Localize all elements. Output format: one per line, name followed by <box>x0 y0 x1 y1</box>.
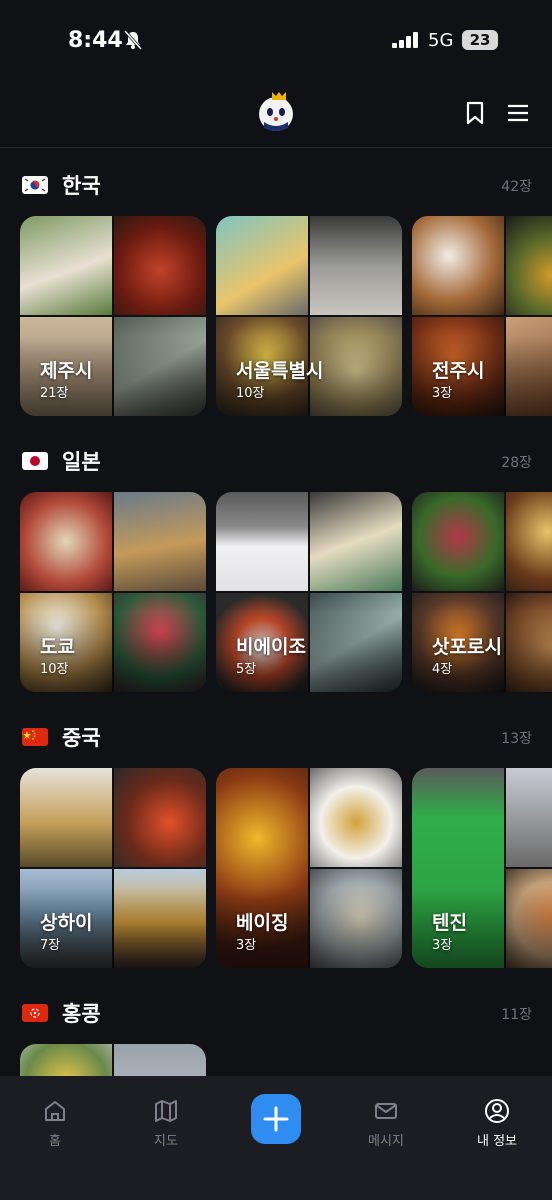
add-button[interactable] <box>251 1094 301 1144</box>
network-type: 5G <box>428 30 454 51</box>
section-title: 홍콩 <box>62 1002 101 1026</box>
tab-label: 홈 <box>49 1134 61 1149</box>
album-card-jeonju[interactable]: 전주시 3장 <box>412 216 552 416</box>
photo-figures <box>216 216 308 315</box>
album-card-beijing[interactable]: 베이징 3장 <box>216 768 402 968</box>
section-count: 13장 <box>501 731 532 747</box>
photo-meat-platter <box>20 492 112 591</box>
photo-snow <box>216 492 308 591</box>
photo-table <box>412 216 504 315</box>
tab-label: 내 정보 <box>476 1134 517 1149</box>
album-title: 제주시 <box>40 360 93 382</box>
album-card-tianjin[interactable]: 텐진 3장 <box>412 768 552 968</box>
photo-milk <box>310 492 402 591</box>
flag-hongkong-icon <box>22 1004 48 1022</box>
section-title: 일본 <box>62 450 101 474</box>
album-title: 텐진 <box>432 912 467 934</box>
tab-label: 지도 <box>154 1134 178 1149</box>
tab-label: 메시지 <box>368 1134 404 1149</box>
silent-bell-icon <box>124 30 142 50</box>
photo-noodle-bowl <box>310 768 402 867</box>
album-card-jeju[interactable]: 제주시 21장 <box>20 216 206 416</box>
user-circle-icon <box>485 1099 509 1123</box>
photo-sheep <box>20 216 112 315</box>
album-count: 3장 <box>236 938 257 953</box>
photo-hk-harbor <box>114 1044 206 1080</box>
status-bar: 8:44 5G 23 <box>0 0 552 80</box>
album-card-shanghai[interactable]: 상하이 7장 <box>20 768 206 968</box>
photo-lamb <box>412 492 504 591</box>
album-card-biei[interactable]: 비에이조 5장 <box>216 492 402 692</box>
tab-home[interactable]: 홈 <box>15 1098 95 1154</box>
album-title: 상하이 <box>40 912 93 934</box>
mail-icon <box>375 1103 397 1119</box>
album-title: 삿포로시 <box>432 636 502 658</box>
section-header: 중국 13장 <box>22 724 532 754</box>
album-count: 10장 <box>40 662 69 677</box>
album-title: 전주시 <box>432 360 485 382</box>
status-time: 8:44 <box>68 28 123 53</box>
album-row <box>20 1044 552 1080</box>
menu-icon[interactable] <box>505 100 531 126</box>
home-icon <box>45 1101 65 1121</box>
bookmark-icon[interactable] <box>462 100 488 126</box>
photo-street <box>506 768 552 867</box>
album-row: 도쿄 10장 비에이조 5장 삿포로시 4장 <box>20 492 552 694</box>
tab-map[interactable]: 지도 <box>126 1098 206 1154</box>
album-count: 3장 <box>432 938 453 953</box>
section-count: 42장 <box>501 179 532 195</box>
bottom-tab-bar: 홈 지도 메시지 내 정보 <box>0 1076 552 1200</box>
photo-hk-food <box>20 1044 112 1080</box>
album-count: 21장 <box>40 386 69 401</box>
photo-bakery <box>20 768 112 867</box>
album-card-seoul[interactable]: 서울특별시 10장 <box>216 216 402 416</box>
section-header: 홍콩 11장 <box>22 1000 532 1030</box>
tab-messages[interactable]: 메시지 <box>346 1098 426 1154</box>
album-title: 도쿄 <box>40 636 75 658</box>
album-card-tokyo[interactable]: 도쿄 10장 <box>20 492 206 692</box>
photo-bibimbap <box>506 216 552 315</box>
photo-hotpot <box>114 768 206 867</box>
flag-china-icon <box>22 728 48 746</box>
photo-food <box>114 216 206 315</box>
flag-japan-icon <box>22 452 48 470</box>
plus-icon <box>263 1106 289 1132</box>
album-count: 4장 <box>432 662 453 677</box>
app-header <box>0 80 552 148</box>
album-row: 제주시 21장 서울특별시 10장 전주시 3장 <box>20 216 552 418</box>
map-icon <box>155 1100 177 1122</box>
photo-dessert <box>114 492 206 591</box>
section-count: 28장 <box>501 455 532 471</box>
section-header: 일본 28장 <box>22 448 532 478</box>
flag-korea-icon <box>22 176 48 194</box>
album-row: 상하이 7장 베이징 3장 텐진 3장 <box>20 768 552 970</box>
album-count: 3장 <box>432 386 453 401</box>
album-title: 서울특별시 <box>236 360 324 382</box>
section-title: 중국 <box>62 726 101 750</box>
section-title: 한국 <box>62 174 101 198</box>
tab-profile[interactable]: 내 정보 <box>457 1098 537 1154</box>
mascot-logo[interactable] <box>254 90 298 134</box>
album-card-hongkong[interactable] <box>20 1044 206 1080</box>
section-header: 한국 42장 <box>22 172 532 202</box>
battery-level: 23 <box>462 30 498 50</box>
album-title: 비에이조 <box>236 636 306 658</box>
album-count: 10장 <box>236 386 265 401</box>
album-count: 5장 <box>236 662 257 677</box>
section-count: 11장 <box>501 1007 532 1023</box>
signal-icon <box>392 32 418 48</box>
album-title: 베이징 <box>236 912 289 934</box>
photo-cat <box>310 216 402 315</box>
album-card-sapporo[interactable]: 삿포로시 4장 <box>412 492 552 692</box>
photo-ramen <box>506 492 552 591</box>
album-count: 7장 <box>40 938 61 953</box>
